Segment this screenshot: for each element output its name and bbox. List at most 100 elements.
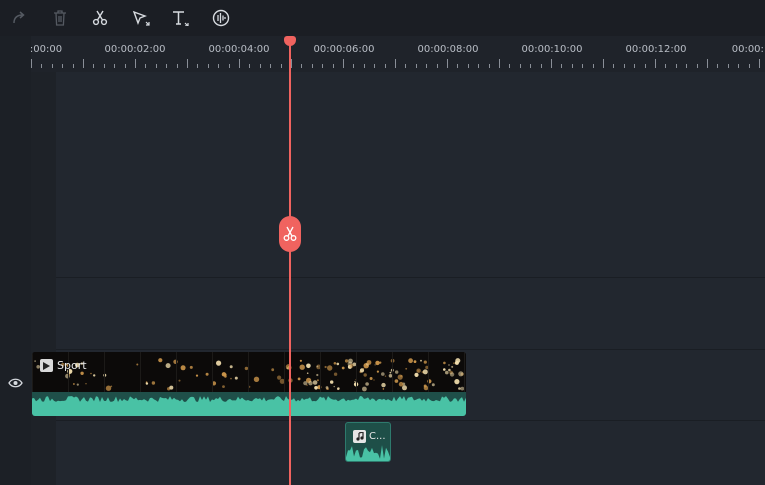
ruler-label: 00:00:10:00 (521, 44, 583, 55)
ruler-tick (489, 64, 490, 68)
audio-clip-label: C... (353, 430, 386, 443)
video-clip-title: Sport (57, 359, 87, 372)
cursor-crop-icon (132, 10, 150, 26)
ruler-tick (541, 64, 542, 68)
ruler-tick (249, 64, 250, 68)
ruler-tick (374, 64, 375, 68)
ruler-tick (509, 64, 510, 68)
track-header-column (0, 36, 31, 485)
ruler-tick (208, 64, 209, 68)
ruler-tick (593, 64, 594, 68)
ruler-tick (73, 64, 74, 68)
ruler-tick (239, 59, 240, 68)
ruler-tick (457, 64, 458, 68)
ruler-tick (83, 59, 84, 68)
ruler-label: 00:00:04:00 (208, 44, 270, 55)
video-thumbnails (32, 352, 466, 392)
ruler-label: 00:00:08:00 (417, 44, 479, 55)
ruler-tick (478, 64, 479, 68)
ruler-tick (759, 59, 760, 68)
ruler-tick (437, 64, 438, 68)
ruler-tick (655, 59, 656, 68)
ruler-tick (104, 64, 105, 68)
ruler-tick (333, 64, 334, 68)
timeline-toolbar (0, 0, 765, 36)
ruler-tick (572, 64, 573, 68)
ruler-tick (197, 64, 198, 68)
ruler-tick (468, 64, 469, 68)
ruler-tick (686, 64, 687, 68)
ruler-tick (353, 64, 354, 68)
ruler-label: :00:00 (29, 44, 63, 55)
ruler-tick (613, 64, 614, 68)
ruler-tick (520, 64, 521, 68)
ruler-tick (603, 59, 604, 68)
ruler-tick (697, 64, 698, 68)
ruler-tick (530, 64, 531, 68)
ruler-tick (416, 64, 417, 68)
track-divider (31, 277, 765, 278)
ruler-tick (281, 64, 282, 68)
ruler-tick (665, 64, 666, 68)
ruler-tick (447, 59, 448, 68)
ruler-tick (41, 64, 42, 68)
eye-icon[interactable] (8, 377, 23, 389)
ruler-tick (301, 64, 302, 68)
audio-clip[interactable]: C... (345, 422, 391, 462)
delete-button[interactable] (47, 6, 73, 30)
video-audio-waveform (32, 392, 466, 416)
ruler-label: 00:00:06:00 (313, 44, 375, 55)
ruler-tick (561, 64, 562, 68)
ruler-tick (270, 64, 271, 68)
ruler-tick (229, 64, 230, 68)
ruler-label: 00:00:1 (731, 44, 765, 55)
text-button[interactable] (168, 6, 194, 30)
music-note-icon (353, 430, 366, 443)
ruler-tick (156, 64, 157, 68)
ruler-tick (166, 64, 167, 68)
playhead-split-button[interactable] (279, 216, 301, 252)
ruler-tick (749, 64, 750, 68)
ruler-tick (93, 64, 94, 68)
ruler-tick (145, 64, 146, 68)
ruler-tick (582, 64, 583, 68)
ruler-tick (426, 64, 427, 68)
ruler-tick (728, 64, 729, 68)
timeline-tracks[interactable] (31, 72, 765, 485)
timeline-start-shade (31, 72, 56, 485)
ruler-tick (645, 64, 646, 68)
track-divider (31, 349, 765, 350)
audio-button[interactable] (208, 6, 234, 30)
ruler-tick (364, 64, 365, 68)
crop-cursor-button[interactable] (128, 6, 154, 30)
ruler-tick (312, 64, 313, 68)
ruler-tick (291, 59, 292, 68)
ruler-tick (385, 64, 386, 68)
ruler-tick (322, 64, 323, 68)
ruler-label: 00:00:02:00 (104, 44, 166, 55)
video-clip[interactable]: Sport (32, 352, 466, 416)
playhead-line[interactable] (289, 40, 291, 485)
time-ruler[interactable]: :00:00 00:00:02:00 00:00:04:00 00:00:06:… (29, 36, 765, 72)
redo-icon (13, 11, 25, 24)
ruler-tick (717, 64, 718, 68)
play-icon (40, 359, 53, 372)
audio-clip-title: C... (369, 431, 386, 442)
ruler-label: 00:00:12:00 (625, 44, 687, 55)
ruler-tick (218, 64, 219, 68)
ruler-tick (343, 59, 344, 68)
ruler-tick (52, 64, 53, 68)
ruler-tick (135, 59, 136, 68)
scissors-icon (283, 226, 297, 241)
redo-button[interactable] (6, 6, 32, 30)
ruler-tick (634, 64, 635, 68)
ruler-tick (551, 59, 552, 68)
ruler-tick (31, 59, 32, 68)
ruler-tick (738, 64, 739, 68)
ruler-tick (177, 64, 178, 68)
ruler-tick (707, 59, 708, 68)
ruler-tick (62, 64, 63, 68)
split-button[interactable] (87, 6, 113, 30)
scissors-icon (92, 10, 108, 26)
ruler-tick (114, 64, 115, 68)
